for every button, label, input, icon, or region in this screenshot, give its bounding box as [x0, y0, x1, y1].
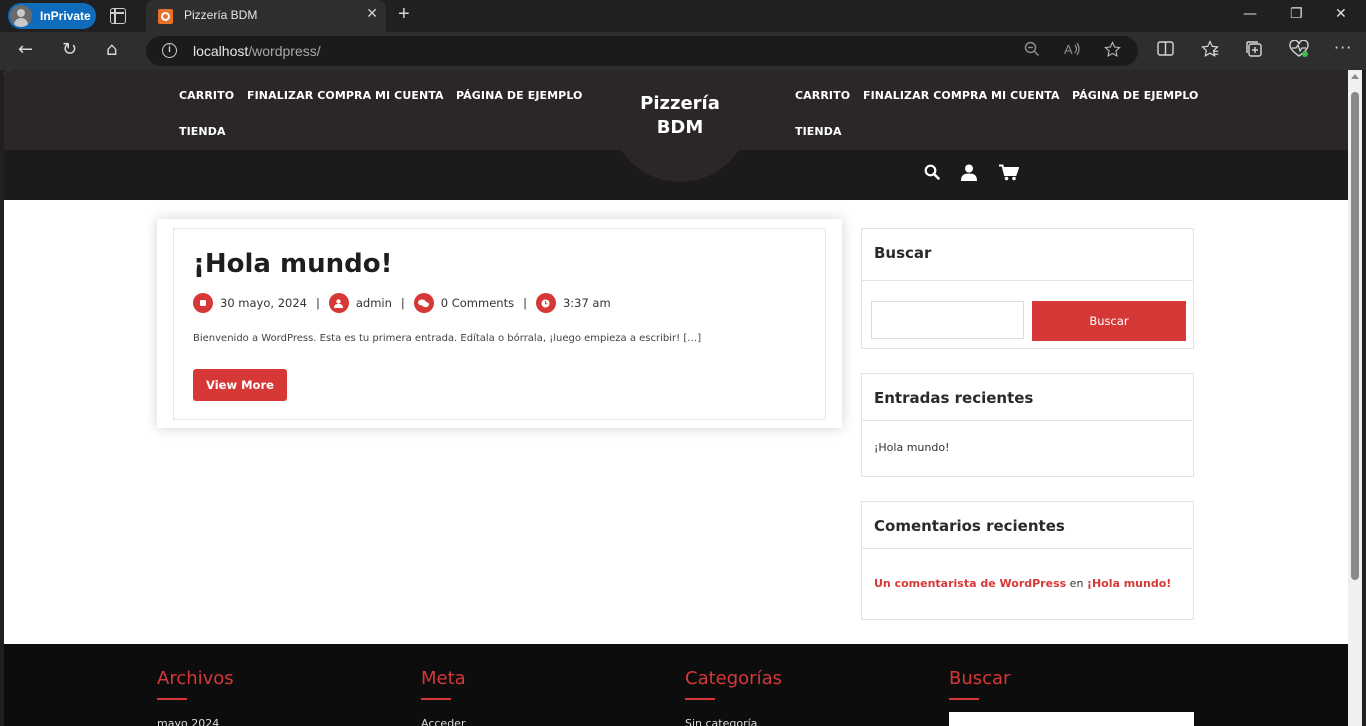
more-icon[interactable]: ···: [1334, 38, 1352, 57]
comments-icon: [413, 293, 434, 313]
site-info-icon[interactable]: i: [162, 43, 177, 58]
url-text[interactable]: localhost/wordpress/: [193, 43, 321, 59]
comment-connector: en: [1069, 577, 1084, 590]
search-widget-title: Buscar: [862, 229, 1193, 281]
tab-favicon-icon: [158, 9, 173, 24]
restore-button[interactable]: ❐: [1290, 6, 1303, 22]
back-icon[interactable]: ←: [18, 40, 33, 60]
comment-author-link[interactable]: Un comentarista de WordPress: [874, 577, 1066, 590]
browser-tab-active[interactable]: Pizzería BDM ✕: [146, 0, 386, 32]
browser-essentials-icon[interactable]: [1289, 40, 1309, 58]
favorites-icon[interactable]: [1201, 40, 1219, 58]
profile-avatar-icon: [10, 5, 32, 27]
tab-close-icon[interactable]: ✕: [366, 6, 378, 22]
menu-right-mi-cuenta[interactable]: MI CUENTA: [991, 89, 1060, 102]
logo-line-2: BDM: [656, 117, 704, 138]
minimize-button[interactable]: —: [1243, 6, 1257, 22]
post-author[interactable]: admin: [356, 296, 392, 310]
close-window-button[interactable]: ✕: [1335, 6, 1347, 22]
footer-title-archivos: Archivos: [157, 668, 234, 689]
footer-category-item[interactable]: Sin categoría: [685, 717, 757, 726]
footer-title-categorias: Categorías: [685, 668, 782, 689]
page-viewport: Pizzería BDM CARRITO FINALIZAR COMPRA MI…: [4, 70, 1348, 726]
clock-icon: [535, 293, 556, 313]
refresh-icon[interactable]: ↻: [62, 40, 77, 60]
menu-right-pagina-de-ejemplo[interactable]: PÁGINA DE EJEMPLO: [1072, 89, 1199, 102]
footer-underline: [421, 698, 451, 700]
user-icon[interactable]: [961, 164, 977, 181]
recent-posts-title: Entradas recientes: [862, 374, 1193, 421]
menu-right-carrito[interactable]: CARRITO: [795, 89, 850, 102]
author-icon: [328, 293, 349, 313]
calendar-icon: [193, 293, 213, 313]
page-scrollbar[interactable]: [1348, 70, 1362, 726]
meta-separator: |: [400, 296, 405, 310]
footer-search-input[interactable]: [949, 712, 1194, 726]
footer-underline: [157, 698, 187, 700]
recent-comments-widget: Comentarios recientes Un comentarista de…: [861, 501, 1194, 620]
scrollbar-thumb[interactable]: [1351, 92, 1359, 580]
view-more-button[interactable]: View More: [193, 369, 287, 401]
menu-left-finalizar-compra[interactable]: FINALIZAR COMPRA: [247, 89, 371, 102]
recent-comment-entry: Un comentarista de WordPress en ¡Hola mu…: [862, 549, 1193, 590]
search-input[interactable]: [871, 301, 1024, 339]
read-aloud-icon[interactable]: A: [1064, 41, 1082, 57]
search-widget: Buscar Buscar: [861, 228, 1194, 349]
meta-separator: |: [523, 296, 527, 310]
footer-title-meta: Meta: [421, 668, 466, 689]
logo-line-1: Pizzería: [640, 93, 720, 114]
post-comments[interactable]: 0 Comments: [441, 296, 514, 310]
post-meta: 30 mayo, 2024 | admin | 0 Comments | 3:3…: [193, 293, 611, 313]
comment-post-link[interactable]: ¡Hola mundo!: [1087, 577, 1171, 590]
footer-underline: [949, 698, 979, 700]
site-footer: Archivos mayo 2024 Meta Acceder Categorí…: [4, 644, 1348, 726]
browser-tab-strip: InPrivate Pizzería BDM ✕ + — ❐ ✕: [0, 0, 1366, 32]
footer-archive-item[interactable]: mayo 2024: [157, 717, 219, 726]
recent-comments-title: Comentarios recientes: [862, 502, 1193, 549]
menu-left-tienda[interactable]: TIENDA: [179, 125, 226, 138]
menu-right-finalizar-compra[interactable]: FINALIZAR COMPRA: [863, 89, 987, 102]
home-icon[interactable]: ⌂: [106, 40, 117, 60]
split-screen-icon[interactable]: [1157, 40, 1174, 57]
collections-icon[interactable]: [1245, 40, 1263, 58]
zoom-out-icon[interactable]: [1024, 41, 1040, 57]
inprivate-profile-button[interactable]: InPrivate: [8, 3, 96, 29]
cart-icon[interactable]: [999, 164, 1019, 181]
svg-text:A: A: [1064, 42, 1073, 57]
menu-left-mi-cuenta[interactable]: MI CUENTA: [375, 89, 444, 102]
tab-title: Pizzería BDM: [184, 8, 258, 22]
address-bar[interactable]: i localhost/wordpress/ A: [146, 36, 1138, 66]
footer-meta-item[interactable]: Acceder: [421, 717, 465, 726]
meta-separator: |: [315, 296, 320, 310]
footer-title-buscar: Buscar: [949, 668, 1011, 689]
recent-post-link[interactable]: ¡Hola mundo!: [862, 421, 1193, 454]
search-icon[interactable]: [924, 164, 940, 180]
search-button[interactable]: Buscar: [1032, 301, 1186, 341]
post-card: ¡Hola mundo! 30 mayo, 2024 | admin | 0 C…: [157, 219, 842, 428]
post-card-inner: ¡Hola mundo! 30 mayo, 2024 | admin | 0 C…: [173, 228, 826, 420]
post-title[interactable]: ¡Hola mundo!: [193, 249, 392, 279]
new-tab-button[interactable]: +: [398, 3, 410, 26]
site-logo[interactable]: Pizzería BDM: [610, 92, 750, 140]
footer-underline: [685, 698, 715, 700]
tab-actions-icon[interactable]: [110, 8, 126, 24]
post-excerpt: Bienvenido a WordPress. Esta es tu prime…: [193, 333, 702, 344]
menu-left-carrito[interactable]: CARRITO: [179, 89, 234, 102]
scroll-up-arrow-icon[interactable]: [1351, 74, 1359, 79]
address-toolbar: ← ↻ ⌂ i localhost/wordpress/ A ···: [0, 32, 1366, 70]
post-time: 3:37 am: [562, 296, 611, 310]
favorite-star-icon[interactable]: [1104, 41, 1121, 58]
recent-posts-widget: Entradas recientes ¡Hola mundo!: [861, 373, 1194, 477]
menu-right-tienda[interactable]: TIENDA: [795, 125, 842, 138]
inprivate-label: InPrivate: [40, 9, 91, 23]
post-date[interactable]: 30 mayo, 2024: [220, 296, 307, 310]
menu-left-pagina-de-ejemplo[interactable]: PÁGINA DE EJEMPLO: [456, 89, 583, 102]
